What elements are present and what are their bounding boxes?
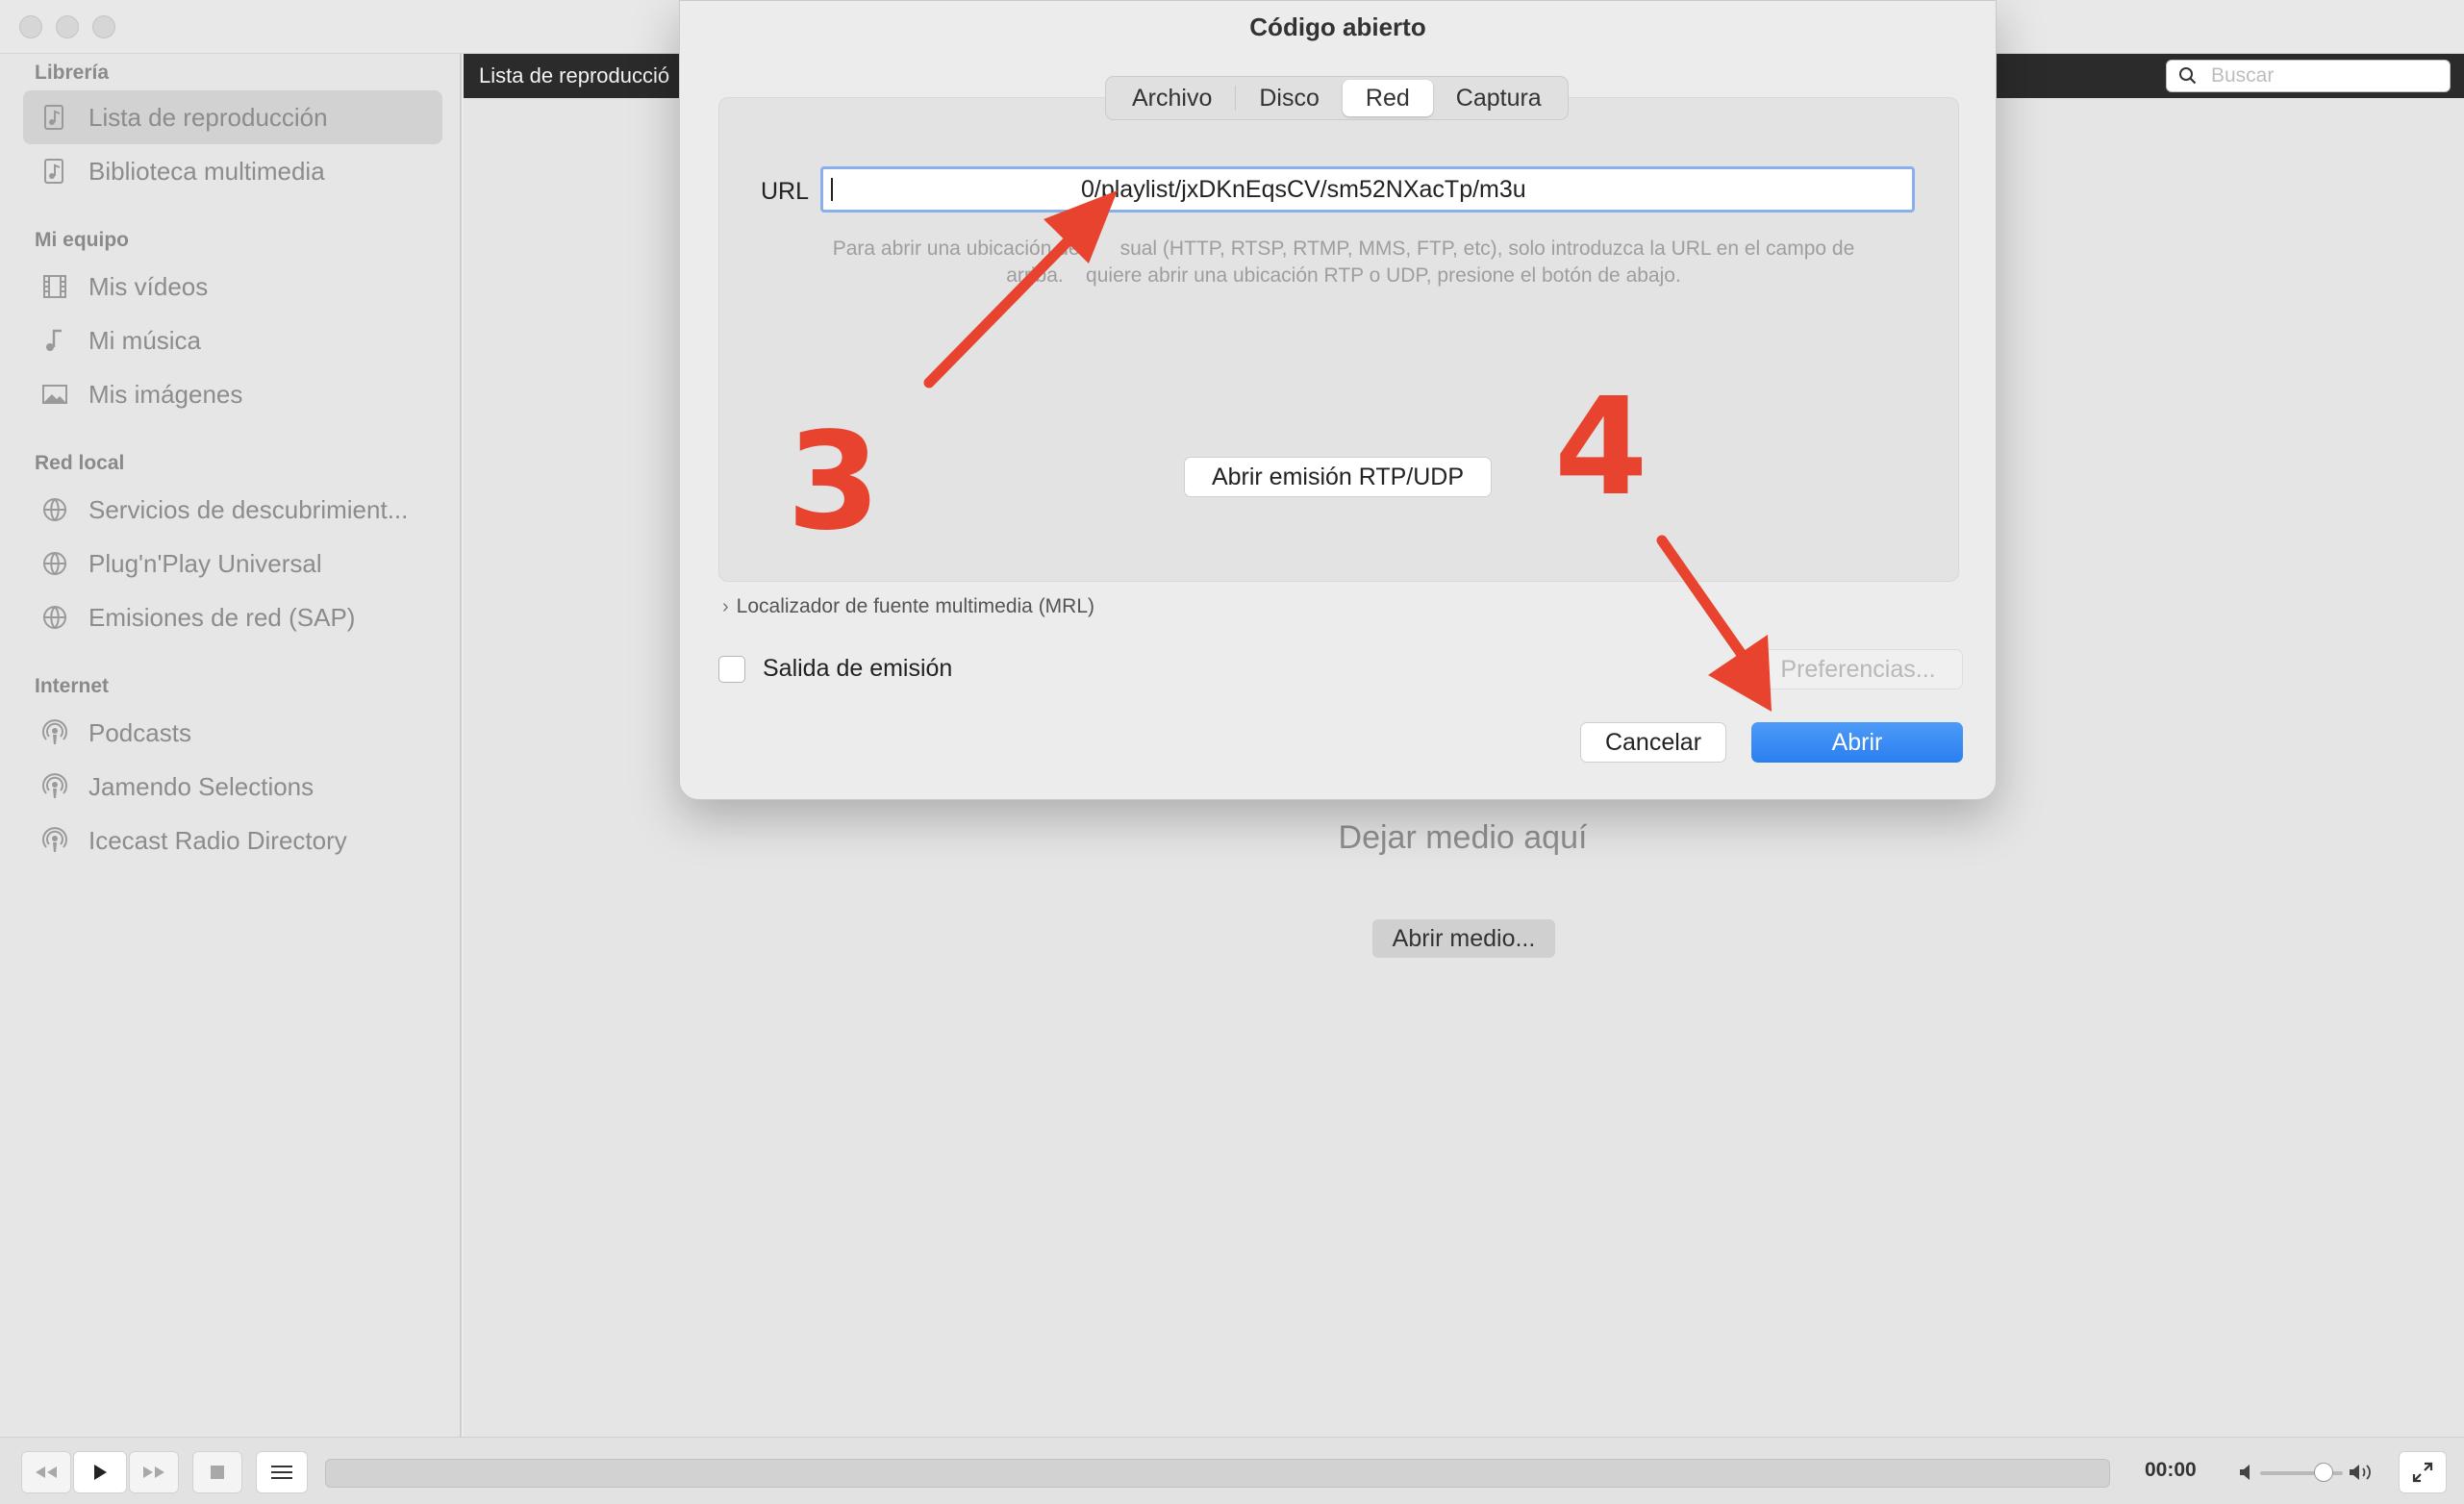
list-icon [271, 1466, 292, 1479]
sidebar-item-my-videos[interactable]: Mis vídeos [23, 260, 442, 313]
sidebar-item-sap-streams[interactable]: Emisiones de red (SAP) [23, 590, 442, 644]
url-help-text: Para abrir una ubicación de r sual (HTTP… [757, 236, 1930, 289]
tab-file[interactable]: Archivo [1109, 80, 1235, 116]
stream-output-label: Salida de emisión [763, 655, 953, 682]
stop-icon [211, 1466, 224, 1479]
volume-slider[interactable] [2260, 1463, 2343, 1482]
annotation-step-3: 3 [787, 404, 881, 561]
volume-slider-knob[interactable] [2314, 1463, 2333, 1482]
network-globe-icon [40, 549, 69, 578]
sidebar-item-label: Mis vídeos [88, 271, 209, 301]
open-source-dialog: Código abierto Archivo Disco Red Captura… [679, 0, 1997, 800]
playlist-toggle-button[interactable] [256, 1451, 308, 1493]
sidebar-item-label: Emisiones de red (SAP) [88, 602, 356, 632]
stream-output-checkbox[interactable] [718, 655, 745, 683]
search-icon [2179, 67, 2197, 85]
playlist-icon [40, 103, 69, 132]
sidebar-item-label: Podcasts [88, 717, 191, 747]
sidebar-item-icecast[interactable]: Icecast Radio Directory [23, 814, 442, 867]
sidebar-item-my-images[interactable]: Mis imágenes [23, 367, 442, 421]
mrl-label: Localizador de fuente multimedia (MRL) [736, 595, 1095, 617]
sidebar-item-label: Mis imágenes [88, 379, 243, 409]
chevron-right-icon: › [722, 595, 729, 617]
sidebar-item-label: Plug'n'Play Universal [88, 548, 322, 578]
url-label: URL [761, 178, 810, 205]
sidebar-item-playlist[interactable]: Lista de reproducción [23, 90, 442, 144]
sidebar-item-label: Servicios de descubrimient... [88, 494, 409, 524]
zoom-window-button[interactable] [92, 15, 115, 38]
drop-media-label: Dejar medio aquí [1338, 819, 1588, 856]
sidebar-item-podcasts[interactable]: Podcasts [23, 706, 442, 760]
search-field[interactable]: Buscar [2166, 60, 2451, 92]
close-window-button[interactable] [19, 15, 42, 38]
image-icon [40, 380, 69, 409]
sidebar-item-label: Mi música [88, 325, 202, 355]
playback-controls-bar: 00:00 [0, 1437, 2464, 1504]
cancel-button[interactable]: Cancelar [1580, 722, 1726, 763]
sidebar-item-jamendo[interactable]: Jamendo Selections [23, 760, 442, 814]
sidebar-item-media-library[interactable]: Biblioteca multimedia [23, 144, 442, 198]
progress-slider[interactable] [325, 1459, 2110, 1488]
url-help-line: arriba. quiere abrir una ubicación RTP o… [1006, 264, 1681, 287]
fullscreen-button[interactable] [2399, 1451, 2447, 1493]
podcast-icon [40, 772, 69, 801]
dialog-title: Código abierto [1249, 13, 1426, 41]
url-help-line: Para abrir una ubicación de r sual (HTTP… [832, 238, 1855, 260]
sidebar-item-my-music[interactable]: Mi música [23, 313, 442, 367]
sidebar: Librería Lista de reproducción Bibliotec… [0, 54, 462, 1437]
playlist-header-title: Lista de reproducció [479, 63, 670, 88]
play-icon [94, 1465, 107, 1480]
text-cursor [831, 178, 833, 201]
film-icon [40, 272, 69, 301]
search-placeholder: Buscar [2211, 64, 2275, 87]
sidebar-section-title: Red local [35, 452, 125, 474]
podcast-icon [40, 826, 69, 855]
mrl-disclosure[interactable]: › Localizador de fuente multimedia (MRL) [722, 595, 1094, 618]
network-globe-icon [40, 603, 69, 632]
rewind-button[interactable] [21, 1451, 71, 1493]
elapsed-time: 00:00 [2145, 1459, 2197, 1481]
stream-output-option: Salida de emisión [718, 655, 952, 683]
fullscreen-icon [2412, 1462, 2433, 1483]
fast-forward-button[interactable] [129, 1451, 179, 1493]
open-media-button[interactable]: Abrir medio... [1372, 919, 1555, 958]
play-button[interactable] [73, 1451, 127, 1493]
minimize-window-button[interactable] [56, 15, 79, 38]
rewind-icon [36, 1466, 57, 1478]
open-rtp-udp-button[interactable]: Abrir emisión RTP/UDP [1184, 457, 1492, 497]
open-button[interactable]: Abrir [1751, 722, 1963, 763]
media-library-icon [40, 157, 69, 186]
stop-button[interactable] [192, 1451, 242, 1493]
sidebar-section-title: Internet [35, 675, 110, 697]
sidebar-item-label: Jamendo Selections [88, 771, 314, 801]
url-input[interactable]: 0/playlist/jxDKnEqsCV/sm52NXacTp/m3u [820, 166, 1915, 213]
tab-network[interactable]: Red [1342, 80, 1433, 116]
music-note-icon [40, 326, 69, 355]
volume-max-icon[interactable] [2349, 1463, 2374, 1482]
network-globe-icon [40, 495, 69, 524]
fast-forward-icon [143, 1466, 164, 1478]
sidebar-item-label: Icecast Radio Directory [88, 825, 347, 855]
podcast-icon [40, 718, 69, 747]
sidebar-item-label: Biblioteca multimedia [88, 156, 325, 186]
annotation-step-4: 4 [1554, 369, 1648, 526]
source-tabs: Archivo Disco Red Captura [1105, 76, 1569, 120]
sidebar-item-label: Lista de reproducción [88, 102, 328, 132]
sidebar-item-discovery-services[interactable]: Servicios de descubrimient... [23, 483, 442, 537]
sidebar-section-title: Mi equipo [35, 229, 129, 251]
sidebar-item-upnp[interactable]: Plug'n'Play Universal [23, 537, 442, 590]
volume-mute-icon[interactable] [2239, 1463, 2256, 1482]
tab-disc[interactable]: Disco [1236, 80, 1343, 116]
url-input-value: 0/playlist/jxDKnEqsCV/sm52NXacTp/m3u [1081, 175, 1526, 203]
tab-capture[interactable]: Captura [1433, 80, 1565, 116]
preferences-button[interactable]: Preferencias... [1753, 649, 1963, 689]
sidebar-section-title: Librería [35, 62, 110, 84]
